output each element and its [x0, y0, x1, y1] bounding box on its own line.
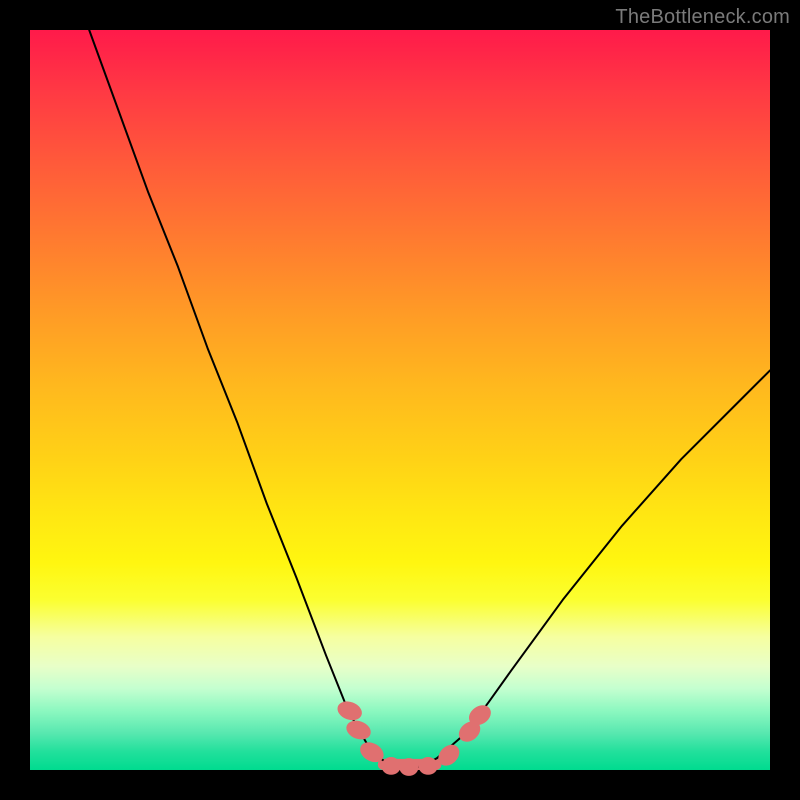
- plot-svg: [30, 30, 770, 770]
- curve-line: [89, 30, 770, 769]
- plot-area: [30, 30, 770, 770]
- curve-marker: [399, 758, 418, 776]
- curve-marker: [344, 717, 374, 742]
- curve-marker: [419, 757, 438, 775]
- curve-marker: [335, 698, 365, 723]
- chart-frame: TheBottleneck.com: [0, 0, 800, 800]
- watermark-text: TheBottleneck.com: [615, 6, 790, 29]
- curve-marker: [382, 757, 401, 775]
